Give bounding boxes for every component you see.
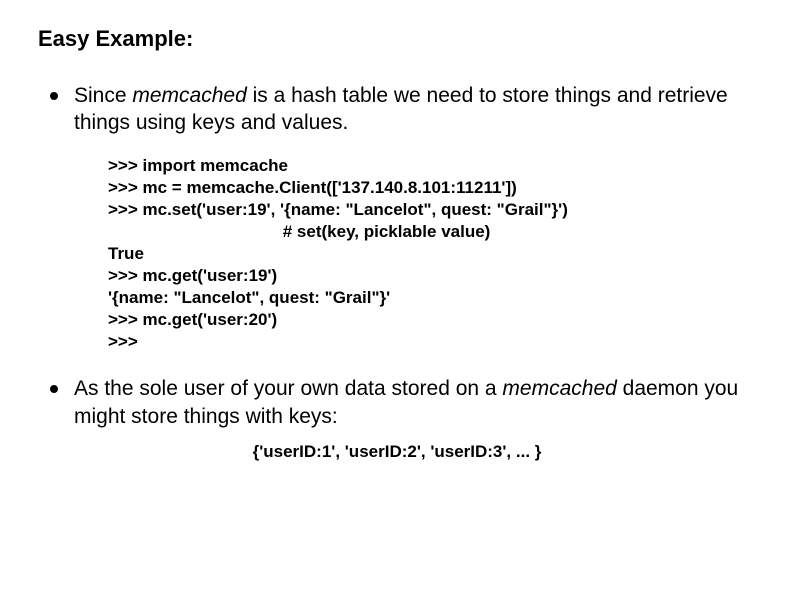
code-example: >>> import memcache >>> mc = memcache.Cl… (108, 155, 756, 354)
slide: Easy Example: Since memcached is a hash … (0, 0, 794, 595)
bullet-2-prefix: As the sole user of your own data stored… (74, 377, 502, 400)
bullet-2-em: memcached (502, 377, 616, 400)
keys-example: {'userID:1', 'userID:2', 'userID:3', ...… (38, 442, 756, 462)
bullet-list-2: As the sole user of your own data stored… (38, 375, 756, 430)
bullet-1: Since memcached is a hash table we need … (50, 82, 756, 137)
bullet-1-prefix: Since (74, 84, 132, 107)
slide-title: Easy Example: (38, 26, 756, 52)
bullet-list: Since memcached is a hash table we need … (38, 82, 756, 137)
bullet-1-em: memcached (132, 84, 246, 107)
bullet-2: As the sole user of your own data stored… (50, 375, 756, 430)
